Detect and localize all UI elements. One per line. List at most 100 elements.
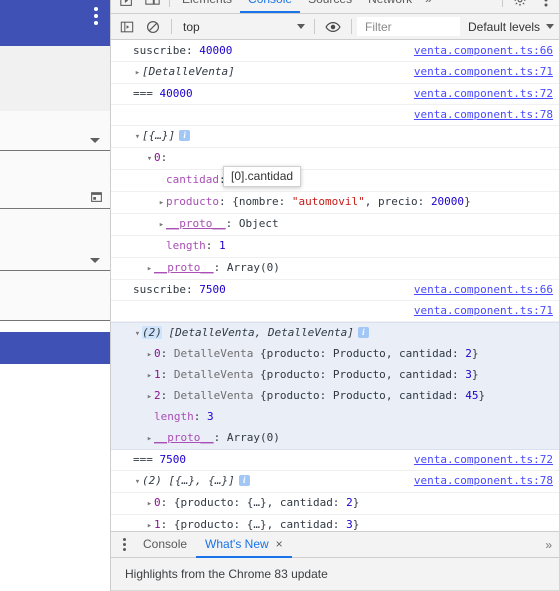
console-token: Producto	[332, 368, 386, 381]
disclosure-closed-icon[interactable]: ▸	[145, 347, 154, 363]
console-message[interactable]: ▾ 0:	[111, 148, 559, 170]
clear-console-icon[interactable]	[140, 14, 166, 40]
console-message[interactable]: ▸ __proto__: Array(0)	[111, 258, 559, 280]
calendar-icon[interactable]	[90, 190, 103, 203]
info-badge-icon[interactable]: i	[357, 327, 369, 338]
devtools-main-menu-icon[interactable]	[533, 0, 559, 13]
tab-sources[interactable]: Sources	[300, 0, 360, 13]
tab-console[interactable]: Console	[240, 0, 301, 13]
console-filter-box[interactable]	[357, 17, 460, 36]
console-message-text: ▸ 0: {producto: {…}, cantidad: 2}	[133, 496, 360, 512]
inspect-element-icon[interactable]	[113, 0, 139, 13]
source-link[interactable]: venta.component.ts:78	[414, 107, 553, 123]
console-sidebar-icon[interactable]	[114, 14, 140, 40]
disclosure-open-icon[interactable]: ▾	[133, 326, 142, 342]
console-message[interactable]: === 7500 venta.component.ts:72	[111, 450, 559, 471]
console-message-text: ▸ 0: DetalleVenta {producto: Producto, ca…	[133, 347, 479, 360]
console-message[interactable]: ▸ __proto__: Array(0)	[111, 428, 559, 450]
source-link[interactable]: venta.component.ts:72	[414, 452, 553, 468]
console-message[interactable]: ▸ 2: DetalleVenta {producto: Producto, ca…	[111, 386, 559, 407]
select-field[interactable]	[0, 111, 110, 151]
console-message[interactable]: ▾ (2) [{…}, {…}] i venta.component.ts:78	[111, 471, 559, 493]
disclosure-closed-icon[interactable]: ▸	[145, 261, 154, 277]
console-token: (2) [{…}, {…}]	[142, 474, 235, 487]
console-message[interactable]: ▸ [DetalleVenta] venta.component.ts:71	[111, 62, 559, 84]
console-message[interactable]: ▾ (2) [DetalleVenta, DetalleVenta] i	[111, 322, 559, 344]
console-token: 3	[207, 410, 214, 423]
console-message[interactable]: ▸ producto: {nombre: "automovil", precio:…	[111, 192, 559, 214]
console-token: 1	[219, 239, 226, 252]
source-link[interactable]: venta.component.ts:66	[414, 43, 553, 59]
console-message-text: ▸ producto: {nombre: "automovil", precio:…	[133, 195, 471, 208]
disclosure-closed-icon[interactable]: ▸	[145, 389, 154, 405]
console-message-text: ▾ [{…}] i	[133, 129, 191, 145]
source-link[interactable]: venta.component.ts:78	[414, 473, 553, 489]
tab-network[interactable]: Network	[360, 0, 420, 13]
tab-elements[interactable]: Elements	[174, 0, 240, 13]
console-message-text: ▾ 0:	[133, 151, 167, 164]
info-badge-icon[interactable]: i	[179, 130, 191, 141]
disclosure-closed-icon[interactable]: ▸	[145, 368, 154, 384]
console-token: __proto__	[154, 431, 214, 444]
disclosure-closed-icon[interactable]: ▸	[133, 65, 142, 81]
submit-button[interactable]	[0, 332, 110, 364]
disclosure-closed-icon[interactable]: ▸	[157, 195, 166, 211]
kebab-menu-icon[interactable]	[94, 7, 98, 28]
console-token: DetalleVenta	[173, 389, 260, 402]
console-token: 1	[154, 368, 161, 381]
device-toolbar-icon[interactable]	[139, 0, 165, 13]
disclosure-open-icon[interactable]: ▾	[145, 151, 154, 167]
disclosure-open-icon[interactable]: ▾	[133, 129, 142, 145]
execution-context-value: top	[183, 19, 200, 34]
log-levels-select[interactable]: Default levels	[460, 17, 558, 37]
text-field[interactable]	[0, 271, 110, 321]
console-message[interactable]: length: 3	[111, 407, 559, 428]
console-message[interactable]: ▸ 0: {producto: {…}, cantidad: 2}	[111, 493, 559, 515]
console-message[interactable]: length: 1	[111, 236, 559, 258]
console-message-text: ▸ __proto__: Array(0)	[133, 431, 280, 444]
drawer-more-icon[interactable]: »	[545, 538, 559, 552]
console-message[interactable]: venta.component.ts:71	[111, 301, 559, 322]
tab-more-button[interactable]: »	[420, 0, 438, 13]
console-message[interactable]: suscribe: 40000 venta.component.ts:66	[111, 41, 559, 62]
drawer-tab-console[interactable]: Console	[134, 532, 196, 558]
console-token: : {producto: {…}, cantidad:	[160, 496, 347, 509]
console-message[interactable]: ▸ __proto__: Object	[111, 214, 559, 236]
info-badge-icon[interactable]: i	[238, 475, 250, 486]
disclosure-open-icon[interactable]: ▾	[133, 474, 142, 490]
source-link[interactable]: venta.component.ts:71	[414, 64, 553, 80]
drawer-tab-whats-new[interactable]: What's New ×	[196, 532, 292, 558]
console-message[interactable]: ▸ 0: DetalleVenta {producto: Producto, ca…	[111, 344, 559, 365]
disclosure-closed-icon[interactable]: ▸	[145, 518, 154, 531]
gear-icon[interactable]	[507, 0, 533, 13]
console-message[interactable]: cantidad: 2	[111, 170, 559, 192]
app-toolbar	[0, 0, 110, 46]
console-message[interactable]: === 40000 venta.component.ts:72	[111, 84, 559, 105]
disclosure-closed-icon[interactable]: ▸	[145, 496, 154, 512]
console-message[interactable]: venta.component.ts:78	[111, 105, 559, 126]
console-token: [{…}]	[142, 129, 176, 142]
date-field[interactable]	[0, 151, 110, 209]
console-message[interactable]: ▸ 1: {producto: {…}, cantidad: 3}	[111, 515, 559, 531]
console-token: 0	[154, 347, 161, 360]
close-icon[interactable]: ×	[276, 537, 283, 551]
console-message-text: ▸ [DetalleVenta]	[133, 65, 235, 78]
console-token: }	[471, 368, 479, 381]
source-link[interactable]: venta.component.ts:66	[414, 282, 553, 298]
console-message-list[interactable]: suscribe: 40000 venta.component.ts:66 ▸ [De…	[111, 41, 559, 531]
console-message[interactable]: ▾ [{…}] i	[111, 126, 559, 148]
console-token: : {nombre:	[218, 195, 292, 208]
execution-context-select[interactable]: top	[177, 17, 309, 37]
disclosure-closed-icon[interactable]: ▸	[157, 217, 166, 233]
select-field-2[interactable]	[0, 209, 110, 271]
console-message[interactable]: ▸ 1: DetalleVenta {producto: Producto, ca…	[111, 365, 559, 386]
search-input[interactable]	[363, 18, 454, 35]
console-message[interactable]: suscribe: 7500 venta.component.ts:66	[111, 280, 559, 301]
source-link[interactable]: venta.component.ts:71	[414, 303, 553, 319]
kebab-menu-icon[interactable]	[114, 535, 134, 555]
console-token: length	[154, 410, 194, 423]
live-expression-icon[interactable]	[320, 14, 346, 40]
console-toolbar: top Default levels	[111, 14, 559, 40]
source-link[interactable]: venta.component.ts:72	[414, 86, 553, 102]
disclosure-closed-icon[interactable]: ▸	[145, 431, 154, 447]
